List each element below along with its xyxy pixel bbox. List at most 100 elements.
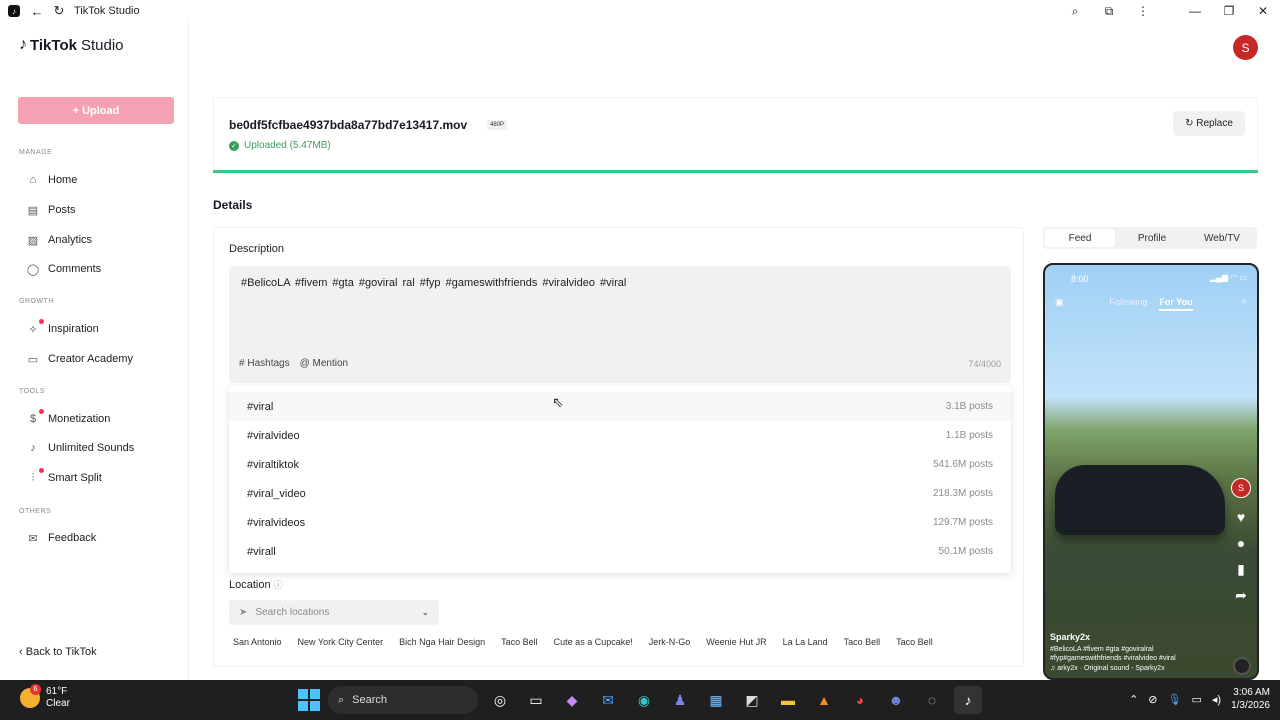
restore-button[interactable]: ❐ bbox=[1212, 0, 1246, 22]
location-chip[interactable]: Taco Bell bbox=[840, 636, 885, 648]
sidebar-item-label: Comments bbox=[48, 263, 102, 275]
clock[interactable]: 3:06 AM 1/3/2026 bbox=[1231, 686, 1270, 712]
network-icon[interactable]: ▭ bbox=[1191, 693, 1201, 706]
sidebar-item-label: Smart Split bbox=[48, 472, 102, 484]
mention-button[interactable]: @ Mention bbox=[300, 358, 349, 369]
location-chip[interactable]: Cute as a Cupcake! bbox=[550, 636, 637, 648]
extensions-icon[interactable]: ⧉ bbox=[1092, 0, 1126, 22]
clock-time: 3:06 AM bbox=[1233, 687, 1270, 698]
home-icon: ⌂ bbox=[29, 174, 37, 186]
description-text[interactable]: #BelicoLA #fivem #gta #goviral ral #fyp … bbox=[241, 277, 626, 289]
volume-icon[interactable]: ◂) bbox=[1212, 693, 1221, 706]
sidebar-item-label: Home bbox=[48, 174, 78, 186]
logo-suffix: Studio bbox=[80, 36, 124, 54]
location-pin-icon: ➤ bbox=[239, 607, 248, 618]
close-button[interactable]: ✕ bbox=[1246, 0, 1280, 22]
file-name: be0df5fcfbae4937bda8a77bd7e13417.mov bbox=[229, 118, 468, 132]
bookmark-icon: ▮ bbox=[1237, 561, 1245, 577]
suggestion-row[interactable]: #viral_video 218.3M posts bbox=[229, 479, 1011, 508]
sidebar-item-label: Creator Academy bbox=[48, 353, 133, 365]
location-chip[interactable]: Bich Nga Hair Design bbox=[395, 636, 489, 648]
mail-icon[interactable]: ✉ bbox=[594, 686, 622, 714]
suggestion-tag: #viral_video bbox=[247, 487, 306, 500]
suggestion-count: 218.3M posts bbox=[932, 488, 993, 499]
sidebar-item-unlimited-sounds[interactable]: ♪ Unlimited Sounds bbox=[26, 441, 134, 455]
avatar[interactable]: S bbox=[1233, 35, 1258, 60]
section-title-manage: MANAGE bbox=[19, 149, 53, 156]
taskbar-search[interactable]: ⌕ Search bbox=[328, 686, 478, 714]
sidebar-item-posts[interactable]: ▤ Posts bbox=[26, 203, 76, 217]
suggestion-tag: #virall bbox=[247, 545, 276, 558]
description-input[interactable]: #BelicoLA #fivem #gta #goviral ral #fyp … bbox=[229, 266, 1011, 383]
hashtags-label: Hashtags bbox=[247, 358, 290, 369]
upload-button[interactable]: + Upload bbox=[18, 97, 174, 124]
taskbar: 6 61°F Clear ⌕ Search ◎ ▭ ◆ ✉ ◉ ♟ ▦ ◩ ▬ ▲… bbox=[0, 680, 1280, 720]
discord-icon[interactable]: ☻ bbox=[882, 686, 910, 714]
chrome-icon[interactable]: ◕ bbox=[846, 686, 874, 714]
taskbar-search-label: Search bbox=[352, 694, 388, 706]
sidebar-item-creator-academy[interactable]: ▭ Creator Academy bbox=[26, 352, 133, 366]
windows-start-icon[interactable] bbox=[298, 689, 320, 711]
upload-progress-fill bbox=[213, 170, 1258, 173]
widgets-icon[interactable]: ◎ bbox=[486, 686, 514, 714]
location-chip[interactable]: New York City Center bbox=[294, 636, 388, 648]
back-arrow-icon[interactable]: ← bbox=[26, 0, 48, 22]
sidebar-item-smart-split[interactable]: ⫶ Smart Split bbox=[26, 468, 102, 485]
location-chip[interactable]: Taco Bell bbox=[497, 636, 542, 648]
comments-icon: ◯ bbox=[26, 263, 40, 276]
app-tray-icon[interactable]: ⊘ bbox=[1148, 693, 1157, 706]
file-card: be0df5fcfbae4937bda8a77bd7e13417.mov 480… bbox=[213, 97, 1258, 173]
location-chip[interactable]: San Antonio bbox=[229, 636, 286, 648]
info-icon[interactable]: ⓘ bbox=[274, 580, 283, 590]
sidebar-item-comments[interactable]: ◯ Comments bbox=[26, 262, 101, 276]
notification-dot bbox=[39, 468, 44, 473]
edge-icon[interactable]: ◉ bbox=[630, 686, 658, 714]
sidebar-item-label: Unlimited Sounds bbox=[48, 442, 135, 454]
location-chip[interactable]: Jerk-N-Go bbox=[645, 636, 695, 648]
refresh-icon[interactable]: ↻ bbox=[48, 0, 70, 22]
sidebar-item-label: Posts bbox=[48, 204, 76, 216]
minimize-button[interactable]: — bbox=[1178, 0, 1212, 22]
heart-icon: ♥ bbox=[1236, 509, 1246, 525]
mic-icon[interactable]: 🎙 bbox=[1168, 693, 1182, 706]
app-icon[interactable]: ◩ bbox=[738, 686, 766, 714]
more-menu-icon[interactable]: ⋮ bbox=[1126, 0, 1160, 22]
hashtags-button[interactable]: # Hashtags bbox=[239, 358, 290, 369]
file-explorer-icon[interactable]: ▬ bbox=[774, 686, 802, 714]
sidebar-item-feedback[interactable]: ✉ Feedback bbox=[26, 531, 96, 545]
tiktok-studio-logo[interactable]: ♪ TikTok Studio bbox=[19, 36, 124, 54]
back-to-tiktok-link[interactable]: ‹ Back to TikTok bbox=[19, 646, 97, 658]
sidebar-item-inspiration[interactable]: ✧ Inspiration bbox=[26, 319, 99, 336]
suggestion-row[interactable]: #viral 3.1B posts bbox=[229, 392, 1011, 421]
app-icon[interactable]: ◌ bbox=[918, 686, 946, 714]
replace-button[interactable]: ↻ Replace bbox=[1173, 111, 1245, 136]
following-label: Following bbox=[1109, 297, 1148, 307]
suggestion-row[interactable]: #viraltiktok 541.6M posts bbox=[229, 450, 1011, 479]
sidebar-item-home[interactable]: ⌂ Home bbox=[26, 173, 78, 187]
copilot-icon[interactable]: ◆ bbox=[558, 686, 586, 714]
tiktok-taskbar-icon[interactable]: ♪ bbox=[954, 686, 982, 714]
location-chip[interactable]: Weenie Hut JR bbox=[702, 636, 770, 648]
posts-icon: ▤ bbox=[27, 204, 39, 217]
task-view-icon[interactable]: ▭ bbox=[522, 686, 550, 714]
location-chip[interactable]: Taco Bell bbox=[892, 636, 937, 648]
tab-web-tv[interactable]: Web/TV bbox=[1187, 227, 1257, 249]
store-icon[interactable]: ▦ bbox=[702, 686, 730, 714]
suggestion-row[interactable]: #viralvideos 129.7M posts bbox=[229, 508, 1011, 537]
sidebar-item-analytics[interactable]: ▨ Analytics bbox=[26, 233, 92, 247]
tab-profile[interactable]: Profile bbox=[1117, 227, 1187, 249]
app-icon[interactable]: ▲ bbox=[810, 686, 838, 714]
tab-feed[interactable]: Feed bbox=[1045, 229, 1115, 247]
sidebar-item-monetization[interactable]: $ Monetization bbox=[26, 409, 110, 426]
teams-icon[interactable]: ♟ bbox=[666, 686, 694, 714]
zoom-icon[interactable]: ⌕ bbox=[1058, 0, 1092, 22]
sidebar-item-label: Inspiration bbox=[48, 323, 99, 335]
location-chip[interactable]: La La Land bbox=[779, 636, 832, 648]
location-search-input[interactable]: ➤ Search locations ⌄ bbox=[229, 600, 439, 625]
money-icon: $ bbox=[26, 409, 44, 426]
share-icon: ➦ bbox=[1235, 587, 1247, 603]
suggestion-row[interactable]: #viralvideo 1.1B posts bbox=[229, 421, 1011, 450]
chevron-up-icon[interactable]: ⌃ bbox=[1129, 693, 1138, 706]
weather-widget[interactable]: 6 61°F Clear bbox=[20, 684, 70, 710]
suggestion-row[interactable]: #virall 50.1M posts bbox=[229, 537, 1011, 566]
